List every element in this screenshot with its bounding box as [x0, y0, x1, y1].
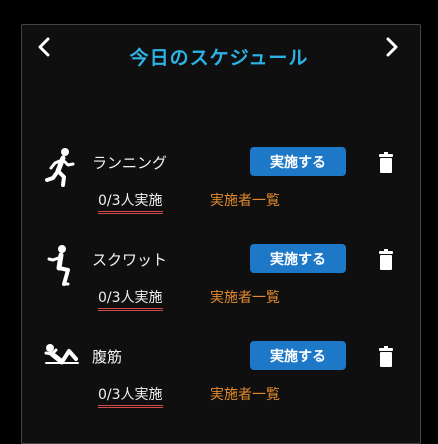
- do-exercise-button[interactable]: 実施する: [250, 244, 346, 273]
- participation-count[interactable]: 0/3人実施: [98, 190, 163, 214]
- participation-count[interactable]: 0/3人実施: [98, 287, 163, 311]
- trash-icon[interactable]: [376, 249, 396, 271]
- exercise-name: スクワット: [92, 251, 168, 269]
- situp-icon: [42, 341, 82, 385]
- next-day-button[interactable]: [378, 33, 406, 61]
- running-icon: [42, 147, 82, 191]
- page-title: 今日のスケジュール: [129, 47, 309, 69]
- exercise-row: スクワット 実施する 0/3人実施 実施者一覧: [0, 244, 438, 314]
- exercise-name: 腹筋: [92, 348, 123, 366]
- trash-icon[interactable]: [376, 152, 396, 174]
- exercise-row: 腹筋 実施する 0/3人実施 実施者一覧: [0, 341, 438, 411]
- do-exercise-button[interactable]: 実施する: [250, 341, 346, 370]
- chevron-left-icon: [38, 37, 50, 57]
- squat-icon: [42, 244, 82, 288]
- prev-day-button[interactable]: [30, 33, 58, 61]
- trash-icon[interactable]: [376, 346, 396, 368]
- chevron-right-icon: [386, 37, 398, 57]
- participation-count[interactable]: 0/3人実施: [98, 384, 163, 408]
- exercise-name: ランニング: [92, 154, 168, 172]
- exercise-row: ランニング 実施する 0/3人実施 実施者一覧: [0, 147, 438, 217]
- do-exercise-button[interactable]: 実施する: [250, 147, 346, 176]
- participant-list-link[interactable]: 実施者一覧: [210, 190, 280, 210]
- participant-list-link[interactable]: 実施者一覧: [210, 287, 280, 307]
- participant-list-link[interactable]: 実施者一覧: [210, 384, 280, 404]
